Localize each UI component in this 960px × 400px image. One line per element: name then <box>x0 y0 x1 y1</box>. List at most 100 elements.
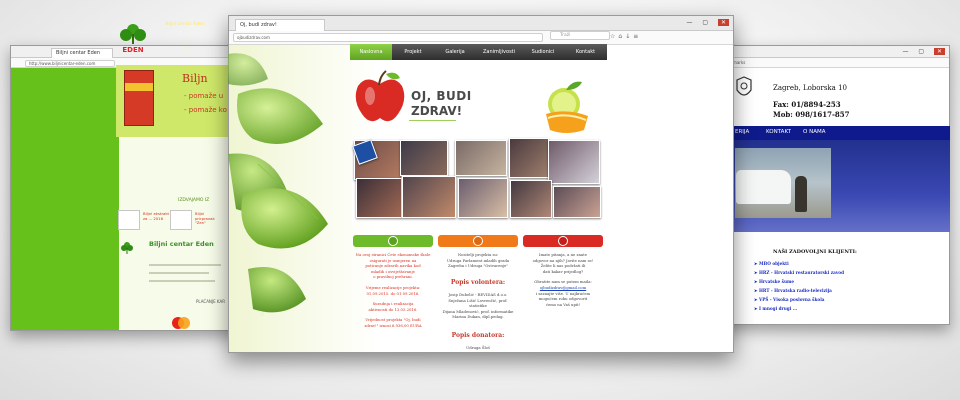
donors-heading: Popis donatora: <box>451 332 505 339</box>
eden-text-line <box>149 264 221 266</box>
zagreb-navbar <box>717 126 950 140</box>
eden-card-text[interactable]: Biljni prirpravak "Zen" <box>195 211 223 226</box>
collage-photo[interactable] <box>553 186 601 218</box>
zagreb-address: Zagreb, Loborska 10 <box>773 84 847 92</box>
center-window-controls[interactable]: — ▢ ✕ <box>686 19 729 26</box>
eden-info-line: ... <box>182 35 188 41</box>
collage-photo[interactable] <box>455 140 507 176</box>
right-bookmarks[interactable]: Bookmarks <box>720 60 840 67</box>
right-bookmarks-bar: Bookmarks <box>716 58 949 68</box>
zagreb-client-label[interactable]: I mnogi drugi ... <box>759 306 797 311</box>
close-icon[interactable]: ✕ <box>717 19 729 26</box>
collage-photo[interactable] <box>509 138 549 178</box>
eden-info-line: Biljni centar Eden <box>165 22 205 27</box>
zagreb-nav-contact[interactable]: KONTAKT <box>766 129 791 135</box>
apple-logo-icon[interactable] <box>352 68 408 128</box>
center-search-input[interactable]: Traži <box>550 31 610 40</box>
zagreb-clients-title: NAŠI ZADOVOLJNI KLIJENTI: <box>773 249 857 255</box>
eden-product-box <box>124 70 154 126</box>
lightbulb-icon <box>388 236 398 246</box>
crest-icon <box>736 76 752 96</box>
nav-project[interactable]: Projekt <box>392 44 434 60</box>
eden-text-line <box>149 280 215 282</box>
column-contact-text: Imate pitanja, a ne znate odgovor na nji… <box>524 252 602 307</box>
left-url-text: http://www.biljnicentar-eden.com <box>29 61 96 66</box>
brand-title-line2: ZDRAV! <box>411 104 463 118</box>
right-window-controls[interactable]: — ▢ ✕ <box>902 48 945 55</box>
collage-photo[interactable] <box>400 140 448 176</box>
eden-info-line: ... <box>182 41 188 47</box>
zagreb-client-link[interactable]: ➤ MBO objekti <box>754 261 789 266</box>
column-info-text: Na ovoj stranici Ćete ekonomske škole os… <box>354 252 432 329</box>
zagreb-client-label[interactable]: Hrvatske šume <box>759 279 794 284</box>
zagreb-phones: Fax: 01/8894-253 Mob: 098/1617-857 <box>773 100 850 120</box>
eden-banner-line: - pomaže ko <box>184 106 227 114</box>
column-line: poticanje zdravih navika kod <box>365 263 421 269</box>
menu-icon[interactable]: ≡ <box>633 33 641 40</box>
right-titlebar: — ▢ ✕ <box>716 46 949 58</box>
volunteers-heading: Popis volontera: <box>450 279 506 286</box>
center-url-field[interactable]: ojbudizdrav.com <box>233 33 543 42</box>
eden-info-line: ... <box>182 28 188 34</box>
center-url-text: ojbudizdrav.com <box>237 35 270 40</box>
zagreb-client-link[interactable]: ➤ HRZ - Hrvatski restauratorski zavod <box>754 270 844 275</box>
person-image <box>795 176 807 212</box>
volunteer-name: Josip Dubelić - REVIDAS d.o.o. <box>448 292 508 297</box>
center-titlebar: Oj, budi zdrav! — ▢ ✕ <box>229 16 733 31</box>
zagreb-client-link[interactable]: ➤ HRT - Hrvatska radio-televizija <box>754 288 832 293</box>
left-url-field[interactable]: http://www.biljnicentar-eden.com <box>25 60 115 67</box>
eden-card-text[interactable]: Biljni ekstrakt za ... 2016 <box>143 211 171 221</box>
left-tab[interactable]: Biljni centar Eden <box>51 48 113 58</box>
center-addressbar: ojbudizdrav.com <box>229 31 733 45</box>
volunteer-name: Marina Dukan, dipl.pedag. <box>452 314 504 320</box>
center-toolbar-icons[interactable]: ☆⌂↓≡ <box>610 33 641 40</box>
collage-photo[interactable] <box>356 178 402 218</box>
column-line: zdrav!" iznosi 6.936,00 EURA <box>364 322 422 328</box>
nav-home[interactable]: Naslovna <box>350 44 392 60</box>
leaves-icon <box>228 53 328 316</box>
zagreb-client-link[interactable]: ➤ Hrvatske šume <box>754 279 794 284</box>
center-tab[interactable]: Oj, budi zdrav! <box>235 19 325 31</box>
zagreb-nav-gallery[interactable]: ERIJA <box>735 129 749 135</box>
nav-interesting[interactable]: Zanimljivosti <box>476 44 522 60</box>
zagreb-client-link[interactable]: ➤ VPŠ - Visoka poslovna škola <box>754 297 825 302</box>
zagreb-mob: Mob: 098/1617-857 <box>773 110 850 119</box>
center-tab-title: Oj, budi zdrav! <box>240 22 277 28</box>
eden-section-title: IZDVAJAMO IZ <box>178 198 210 203</box>
eden-contact-info: Biljni centar Eden ... ... ... ... <box>155 22 215 55</box>
mastercard-icon <box>172 317 190 329</box>
eden-info-line: ... <box>182 48 188 54</box>
eden-text-line <box>149 272 209 274</box>
collage-photo[interactable] <box>510 180 552 218</box>
question-icon <box>558 236 568 246</box>
nav-gallery[interactable]: Galerija <box>434 44 476 60</box>
zagreb-client-label[interactable]: HRT - Hrvatska radio-televizija <box>759 288 832 293</box>
column-line: ćemo na Vaš upit! <box>545 301 581 307</box>
left-tab-title: Biljni centar Eden <box>56 50 100 56</box>
collage-photo[interactable] <box>548 140 600 184</box>
column-line: Zagreba i Udruga "Ostvarenje" <box>448 263 508 269</box>
brand-title-line1: OJ, BUDI <box>411 89 472 103</box>
zagreb-client-label[interactable]: VPŠ - Visoka poslovna škola <box>759 297 825 302</box>
zagreb-client-label[interactable]: HRZ - Hrvatski restauratorski zavod <box>759 270 844 275</box>
eden-banner-title: Biljn <box>182 72 208 85</box>
collage-photo[interactable] <box>402 176 456 218</box>
zagreb-client-link[interactable]: ➤ I mnogi drugi ... <box>754 306 797 311</box>
brand-underline <box>409 120 456 121</box>
donor-name: Udruga Šloš <box>466 345 490 350</box>
eden-banner-line: - pomaže u <box>184 92 224 100</box>
fruit-icon <box>546 81 588 133</box>
eden-logo-icon[interactable]: EDEN <box>118 20 148 54</box>
close-icon[interactable]: ✕ <box>933 48 945 55</box>
eden-centar-title: Biljni centar Eden <box>149 240 214 248</box>
eden-product-card[interactable] <box>118 210 140 230</box>
column-line: Na ovoj stranici Ćete ekonomske škole <box>355 252 431 257</box>
collage-photo[interactable] <box>458 178 508 218</box>
eden-product-card[interactable] <box>170 210 192 230</box>
nav-participants[interactable]: Sudionici <box>522 44 564 60</box>
zagreb-client-label[interactable]: MBO objekti <box>759 261 789 266</box>
van-image <box>736 170 791 204</box>
eden-logo-text: EDEN <box>122 46 143 54</box>
nav-contact[interactable]: Kontakt <box>564 44 607 60</box>
zagreb-nav-about[interactable]: O NAMA <box>803 129 825 135</box>
